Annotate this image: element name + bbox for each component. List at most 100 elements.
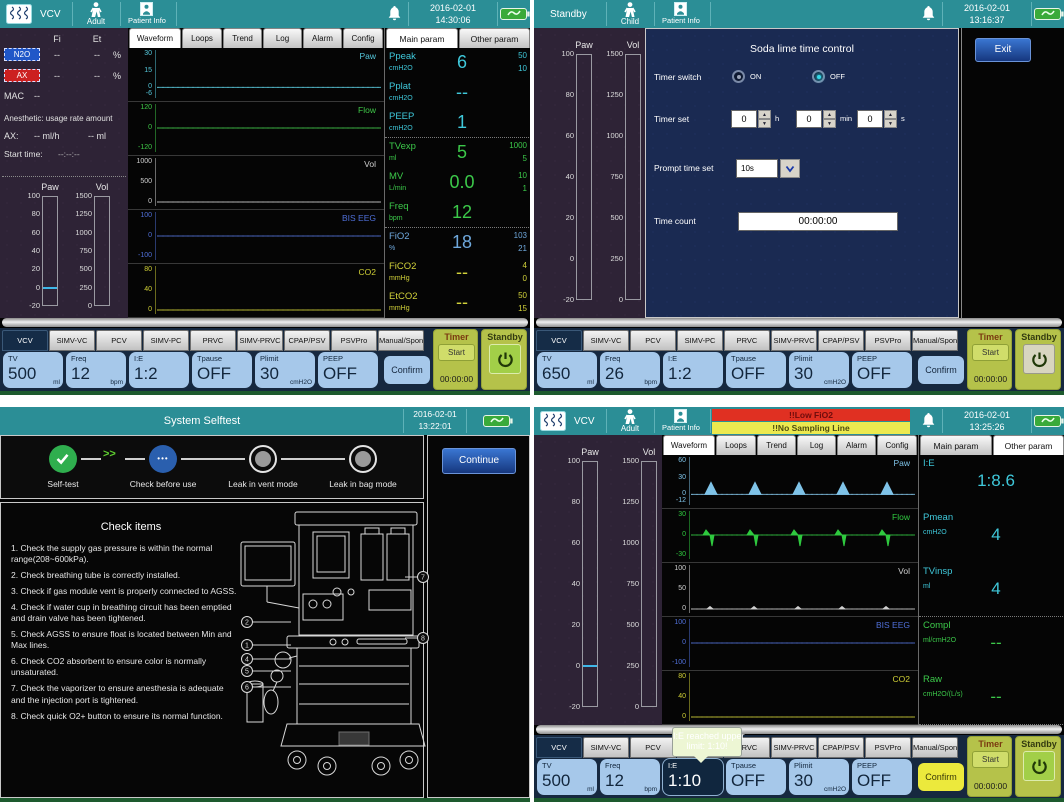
spinner-down-button[interactable]: ▼ — [884, 119, 897, 128]
mode-tab-psvpro[interactable]: PSVPro — [865, 737, 911, 758]
battery-icon — [500, 7, 530, 21]
setting-peep[interactable]: PEEPOFF — [852, 352, 912, 388]
setting-i-e[interactable]: I:E1:10 — [663, 759, 723, 795]
patient-type-label[interactable]: Adult — [610, 424, 650, 433]
alarm-bell-icon[interactable] — [386, 5, 403, 22]
mode-tab-simv-prvc[interactable]: SIMV-PRVC — [771, 737, 817, 758]
tab-config[interactable]: Config — [343, 28, 383, 48]
mode-tab-simv-vc[interactable]: SIMV-VC — [583, 330, 629, 351]
spinner-up-button[interactable]: ▲ — [884, 110, 897, 119]
setting-tv[interactable]: TV500ml — [3, 352, 63, 388]
standby-power-button[interactable] — [1023, 344, 1055, 374]
mode-tab-cpap-psv[interactable]: CPAP/PSV — [284, 330, 330, 351]
confirm-button[interactable]: Confirm — [918, 356, 964, 384]
alarm-bell-icon[interactable] — [920, 412, 937, 429]
mode-tab-pcv[interactable]: PCV — [630, 737, 676, 758]
timer-start-button[interactable]: Start — [972, 751, 1009, 768]
spinner-up-button[interactable]: ▲ — [758, 110, 771, 119]
mode-tab-vcv[interactable]: VCV — [2, 330, 48, 351]
mode-tab-manual-spont[interactable]: Manual/Spont — [378, 330, 424, 351]
mode-tab-prvc[interactable]: PRVC — [724, 330, 770, 351]
patient-info-icon[interactable] — [674, 2, 687, 16]
mode-tab-simv-vc[interactable]: SIMV-VC — [583, 737, 629, 758]
mode-tab-psvpro[interactable]: PSVPro — [331, 330, 377, 351]
setting-i-e[interactable]: I:E1:2 — [663, 352, 723, 388]
continue-button[interactable]: Continue — [442, 448, 516, 474]
patient-type-icon[interactable] — [89, 2, 103, 17]
spinner-down-button[interactable]: ▼ — [758, 119, 771, 128]
tab-waveform[interactable]: Waveform — [129, 28, 181, 48]
mode-tab-pcv[interactable]: PCV — [96, 330, 142, 351]
mode-tab-pcv[interactable]: PCV — [630, 330, 676, 351]
tab-other-param[interactable]: Other param — [993, 435, 1064, 455]
setting-i-e[interactable]: I:E1:2 — [129, 352, 189, 388]
patient-info-label[interactable]: Patient Info — [652, 424, 710, 433]
exit-button[interactable]: Exit — [975, 38, 1031, 62]
spinner-up-button[interactable]: ▲ — [823, 110, 836, 119]
confirm-button[interactable]: Confirm — [918, 763, 964, 791]
setting-tv[interactable]: TV650ml — [537, 352, 597, 388]
tab-log[interactable]: Log — [797, 435, 836, 455]
tab-other-param[interactable]: Other param — [459, 28, 530, 48]
tab-alarm[interactable]: Alarm — [303, 28, 342, 48]
prompt-dropdown-button[interactable] — [780, 159, 800, 178]
spinner-field-h[interactable]: 0 — [731, 110, 757, 128]
setting-peep[interactable]: PEEPOFF — [852, 759, 912, 795]
tab-waveform[interactable]: Waveform — [663, 435, 715, 455]
spinner-field-min[interactable]: 0 — [796, 110, 822, 128]
mode-tab-simv-prvc[interactable]: SIMV-PRVC — [237, 330, 283, 351]
tab-trend[interactable]: Trend — [757, 435, 796, 455]
mode-tab-cpap-psv[interactable]: CPAP/PSV — [818, 330, 864, 351]
patient-info-icon[interactable] — [140, 2, 153, 16]
spinner-field-s[interactable]: 0 — [857, 110, 883, 128]
mode-tab-prvc[interactable]: PRVC — [190, 330, 236, 351]
patient-info-label[interactable]: Patient Info — [118, 17, 176, 26]
mode-tab-simv-pc[interactable]: SIMV-PC — [677, 330, 723, 351]
timer-start-button[interactable]: Start — [972, 344, 1009, 361]
tab-log[interactable]: Log — [263, 28, 302, 48]
mode-tab-simv-vc[interactable]: SIMV-VC — [49, 330, 95, 351]
confirm-button[interactable]: Confirm — [384, 356, 430, 384]
setting-plimit[interactable]: Plimit30cmH2O — [789, 352, 849, 388]
setting-plimit[interactable]: Plimit30cmH2O — [789, 759, 849, 795]
tab-main-param[interactable]: Main param — [920, 435, 992, 455]
tab-loops[interactable]: Loops — [182, 28, 222, 48]
setting-peep[interactable]: PEEPOFF — [318, 352, 378, 388]
setting-tpause[interactable]: TpauseOFF — [726, 759, 786, 795]
setting-freq[interactable]: Freq12bpm — [66, 352, 126, 388]
setting-tpause[interactable]: TpauseOFF — [192, 352, 252, 388]
mode-tab-vcv[interactable]: VCV — [536, 330, 582, 351]
patient-info-label[interactable]: Patient Info — [652, 17, 710, 26]
mode-tab-simv-prvc[interactable]: SIMV-PRVC — [771, 330, 817, 351]
mode-tab-psvpro[interactable]: PSVPro — [865, 330, 911, 351]
radio-on[interactable] — [732, 70, 745, 83]
prompt-time-field[interactable]: 10s — [736, 159, 778, 178]
patient-type-icon[interactable] — [623, 409, 637, 424]
tab-loops[interactable]: Loops — [716, 435, 756, 455]
param-value: -- — [961, 687, 1031, 707]
tab-config[interactable]: Config — [877, 435, 917, 455]
setting-tv[interactable]: TV500ml — [537, 759, 597, 795]
mode-tab-manual-spont[interactable]: Manual/Spont — [912, 330, 958, 351]
mode-tab-cpap-psv[interactable]: CPAP/PSV — [818, 737, 864, 758]
tab-main-param[interactable]: Main param — [386, 28, 458, 48]
spinner-down-button[interactable]: ▼ — [823, 119, 836, 128]
radio-off[interactable] — [812, 70, 825, 83]
standby-power-button[interactable] — [1023, 751, 1055, 781]
mode-tab-vcv[interactable]: VCV — [536, 737, 582, 758]
alarm-bell-icon[interactable] — [920, 5, 937, 22]
patient-info-icon[interactable] — [674, 409, 687, 423]
tab-trend[interactable]: Trend — [223, 28, 262, 48]
patient-type-icon[interactable] — [623, 2, 637, 17]
setting-tpause[interactable]: TpauseOFF — [726, 352, 786, 388]
patient-type-label[interactable]: Adult — [76, 17, 116, 26]
setting-plimit[interactable]: Plimit30cmH2O — [255, 352, 315, 388]
mode-tab-manual-spont[interactable]: Manual/Spont — [912, 737, 958, 758]
standby-power-button[interactable] — [489, 344, 521, 374]
setting-freq[interactable]: Freq26bpm — [600, 352, 660, 388]
patient-type-label[interactable]: Child — [610, 17, 650, 26]
timer-start-button[interactable]: Start — [438, 344, 475, 361]
tab-alarm[interactable]: Alarm — [837, 435, 876, 455]
mode-tab-simv-pc[interactable]: SIMV-PC — [143, 330, 189, 351]
setting-freq[interactable]: Freq12bpm — [600, 759, 660, 795]
